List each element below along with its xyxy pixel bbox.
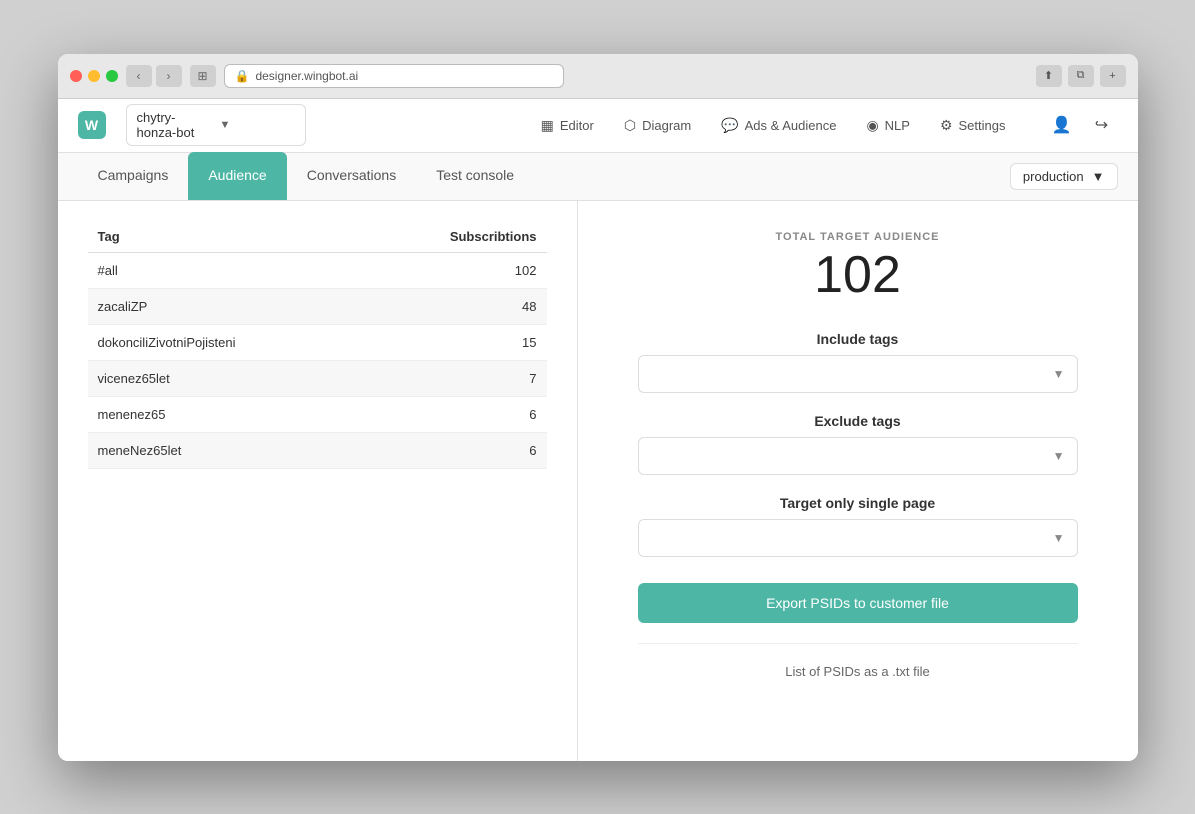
single-page-dropdown-arrow-icon: ▼ <box>1053 531 1065 545</box>
exclude-tags-label: Exclude tags <box>638 413 1078 429</box>
include-tags-dropdown[interactable]: ▼ <box>638 355 1078 393</box>
app-header: W chytry-honza-bot ▼ ▦ Editor ⬡ Diagram … <box>58 99 1138 153</box>
chevron-down-icon: ▼ <box>220 119 295 131</box>
sub-cell: 6 <box>362 396 547 432</box>
table-row[interactable]: vicenez65let 7 <box>88 360 547 396</box>
lock-icon: 🔒 <box>235 69 250 83</box>
sub-cell: 7 <box>362 360 547 396</box>
ads-icon: 💬 <box>721 117 738 134</box>
new-tab-button[interactable]: + <box>1100 65 1126 87</box>
col-tag: Tag <box>88 221 362 253</box>
total-audience-section: TOTAL TARGET AUDIENCE 102 <box>776 231 940 301</box>
list-psids-text: List of PSIDs as a .txt file <box>638 664 1078 679</box>
tab-bar: Campaigns Audience Conversations Test co… <box>58 153 1138 201</box>
maximize-button[interactable] <box>106 70 118 82</box>
exclude-tags-dropdown[interactable]: ▼ <box>638 437 1078 475</box>
tab-campaigns[interactable]: Campaigns <box>78 152 189 200</box>
editor-icon: ▦ <box>541 117 554 134</box>
nav-editor-label: Editor <box>560 118 594 133</box>
total-label: TOTAL TARGET AUDIENCE <box>776 231 940 243</box>
sub-cell: 15 <box>362 324 547 360</box>
single-page-label: Target only single page <box>638 495 1078 511</box>
table-row[interactable]: dokonciliZivotniPojisteni 15 <box>88 324 547 360</box>
nav-diagram-label: Diagram <box>642 118 691 133</box>
nav-nlp-label: NLP <box>885 118 910 133</box>
nav-ads-label: Ads & Audience <box>745 118 837 133</box>
left-panel: Tag Subscribtions #all 102 zacaliZP 48 d… <box>58 201 578 761</box>
col-subscriptions: Subscribtions <box>362 221 547 253</box>
nav-menu: ▦ Editor ⬡ Diagram 💬 Ads & Audience ◉ NL… <box>529 111 1018 140</box>
bot-selector[interactable]: chytry-honza-bot ▼ <box>126 104 306 146</box>
traffic-lights <box>70 70 118 82</box>
forward-button[interactable]: › <box>156 65 182 87</box>
share-button[interactable]: ⬆ <box>1036 65 1062 87</box>
sub-cell: 48 <box>362 288 547 324</box>
address-bar: 🔒 designer.wingbot.ai <box>224 64 564 88</box>
nav-diagram[interactable]: ⬡ Diagram <box>612 111 703 140</box>
url-text: designer.wingbot.ai <box>255 69 358 83</box>
nav-settings-label: Settings <box>959 118 1006 133</box>
nav-editor[interactable]: ▦ Editor <box>529 111 606 140</box>
total-number: 102 <box>776 249 940 301</box>
exclude-dropdown-arrow-icon: ▼ <box>1053 449 1065 463</box>
tab-button[interactable]: ⊞ <box>190 65 216 87</box>
fullscreen-button[interactable]: ⧉ <box>1068 65 1094 87</box>
env-selector[interactable]: production ▼ <box>1010 163 1118 190</box>
logo: W <box>78 111 106 139</box>
tab-conversations[interactable]: Conversations <box>287 152 417 200</box>
tag-cell: #all <box>88 252 362 288</box>
back-button[interactable]: ‹ <box>126 65 152 87</box>
browser-window: ‹ › ⊞ 🔒 designer.wingbot.ai ⬆ ⧉ + W chyt… <box>58 54 1138 761</box>
chevron-down-icon: ▼ <box>1092 169 1105 184</box>
logout-button[interactable]: ↪ <box>1086 109 1118 141</box>
tag-cell: menenez65 <box>88 396 362 432</box>
tab-audience[interactable]: Audience <box>188 152 286 200</box>
settings-icon: ⚙ <box>940 117 953 134</box>
nlp-icon: ◉ <box>866 117 878 134</box>
table-row[interactable]: zacaliZP 48 <box>88 288 547 324</box>
nav-ads-audience[interactable]: 💬 Ads & Audience <box>709 111 848 140</box>
single-page-dropdown[interactable]: ▼ <box>638 519 1078 557</box>
minimize-button[interactable] <box>88 70 100 82</box>
browser-chrome: ‹ › ⊞ 🔒 designer.wingbot.ai ⬆ ⧉ + <box>58 54 1138 99</box>
audience-table: Tag Subscribtions #all 102 zacaliZP 48 d… <box>88 221 547 469</box>
filter-section: Include tags ▼ Exclude tags ▼ Target onl… <box>638 331 1078 679</box>
close-button[interactable] <box>70 70 82 82</box>
sub-cell: 6 <box>362 432 547 468</box>
nav-settings[interactable]: ⚙ Settings <box>928 111 1018 140</box>
table-row[interactable]: meneNez65let 6 <box>88 432 547 468</box>
include-dropdown-arrow-icon: ▼ <box>1053 367 1065 381</box>
tab-test-console[interactable]: Test console <box>416 152 534 200</box>
tag-cell: dokonciliZivotniPojisteni <box>88 324 362 360</box>
bot-name: chytry-honza-bot <box>137 110 212 140</box>
tag-cell: meneNez65let <box>88 432 362 468</box>
nav-nlp[interactable]: ◉ NLP <box>854 111 922 140</box>
divider <box>638 643 1078 644</box>
tag-cell: zacaliZP <box>88 288 362 324</box>
diagram-icon: ⬡ <box>624 117 636 134</box>
env-label: production <box>1023 169 1084 184</box>
tag-cell: vicenez65let <box>88 360 362 396</box>
main-content: Tag Subscribtions #all 102 zacaliZP 48 d… <box>58 201 1138 761</box>
export-psids-button[interactable]: Export PSIDs to customer file <box>638 583 1078 623</box>
header-actions: 👤 ↪ <box>1046 109 1118 141</box>
right-panel: TOTAL TARGET AUDIENCE 102 Include tags ▼… <box>578 201 1138 761</box>
table-row[interactable]: #all 102 <box>88 252 547 288</box>
include-tags-label: Include tags <box>638 331 1078 347</box>
table-row[interactable]: menenez65 6 <box>88 396 547 432</box>
sub-cell: 102 <box>362 252 547 288</box>
user-button[interactable]: 👤 <box>1046 109 1078 141</box>
